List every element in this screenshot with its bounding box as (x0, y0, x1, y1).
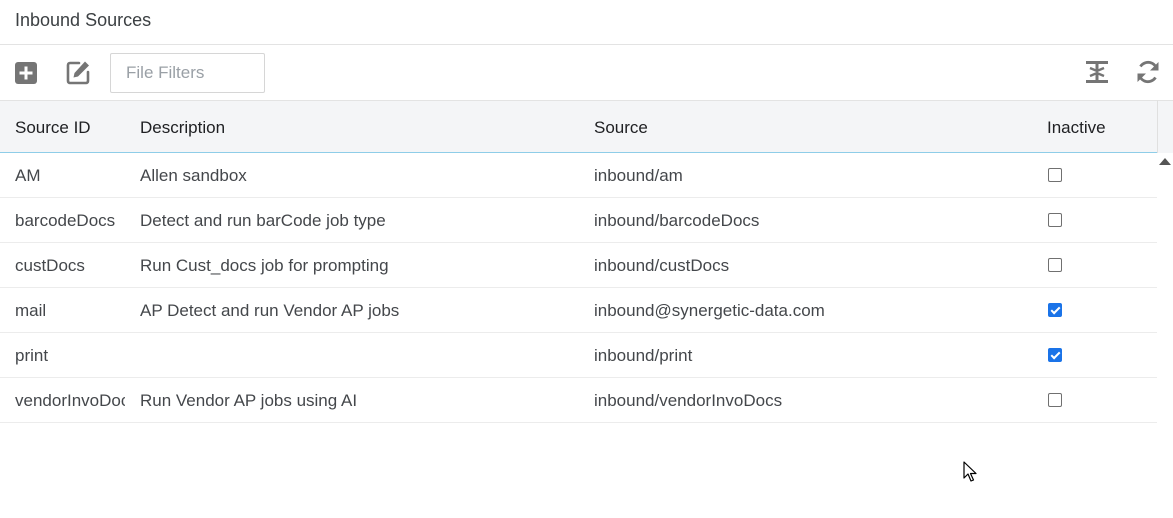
file-filters-input[interactable] (110, 53, 265, 93)
description-cell: Run Vendor AP jobs using AI (140, 391, 358, 410)
description-cell: Detect and run barCode job type (140, 211, 386, 230)
description-cell: Run Cust_docs job for prompting (140, 256, 389, 275)
table-row[interactable]: print inbound/print (0, 333, 1157, 378)
plus-square-icon[interactable] (13, 60, 39, 86)
table-row[interactable]: custDocs Run Cust_docs job for prompting… (0, 243, 1157, 288)
column-header-inactive[interactable]: Inactive (1047, 118, 1106, 138)
inactive-checkbox[interactable] (1048, 213, 1062, 227)
grid-header: Source ID Description Source Inactive (0, 100, 1157, 153)
page-title: Inbound Sources (15, 10, 152, 30)
source-cell: inbound/print (594, 346, 693, 365)
table-row[interactable]: mail AP Detect and run Vendor AP jobs in… (0, 288, 1157, 333)
text-height-icon[interactable] (1084, 59, 1110, 85)
source-id-cell: print (15, 346, 49, 365)
page-header: Inbound Sources (0, 0, 1173, 45)
column-header-description[interactable]: Description (140, 118, 225, 138)
source-id-cell: AM (15, 166, 41, 185)
description-cell: AP Detect and run Vendor AP jobs (140, 301, 400, 320)
source-cell: inbound/barcodeDocs (594, 211, 760, 230)
column-header-source-id[interactable]: Source ID (15, 118, 91, 138)
toolbar (0, 46, 1173, 100)
inactive-checkbox[interactable] (1048, 348, 1062, 362)
source-id-cell: barcodeDocs (15, 211, 116, 230)
edit-icon[interactable] (65, 59, 91, 85)
table-row[interactable]: AM Allen sandbox inbound/am (0, 153, 1157, 198)
source-cell: inbound/vendorInvoDocs (594, 391, 783, 410)
column-header-source[interactable]: Source (594, 118, 648, 138)
source-cell: inbound@synergetic-data.com (594, 301, 825, 320)
source-cell: inbound/custDocs (594, 256, 730, 275)
table-row[interactable]: barcodeDocs Detect and run barCode job t… (0, 198, 1157, 243)
scrollbar-header-corner (1157, 100, 1173, 153)
source-cell: inbound/am (594, 166, 683, 185)
inactive-checkbox[interactable] (1048, 168, 1062, 182)
source-id-cell: mail (15, 301, 47, 320)
mouse-cursor-icon (963, 461, 977, 482)
grid-body: AM Allen sandbox inbound/am barcodeDocs … (0, 153, 1157, 423)
inactive-checkbox[interactable] (1048, 393, 1062, 407)
inactive-checkbox[interactable] (1048, 303, 1062, 317)
source-id-cell: vendorInvoDocs (15, 391, 125, 410)
inactive-checkbox[interactable] (1048, 258, 1062, 272)
refresh-icon[interactable] (1135, 59, 1161, 85)
table-row[interactable]: vendorInvoDocs Run Vendor AP jobs using … (0, 378, 1157, 423)
scroll-up-arrow-icon[interactable] (1159, 158, 1171, 165)
source-id-cell: custDocs (15, 256, 85, 275)
description-cell: Allen sandbox (140, 166, 247, 185)
